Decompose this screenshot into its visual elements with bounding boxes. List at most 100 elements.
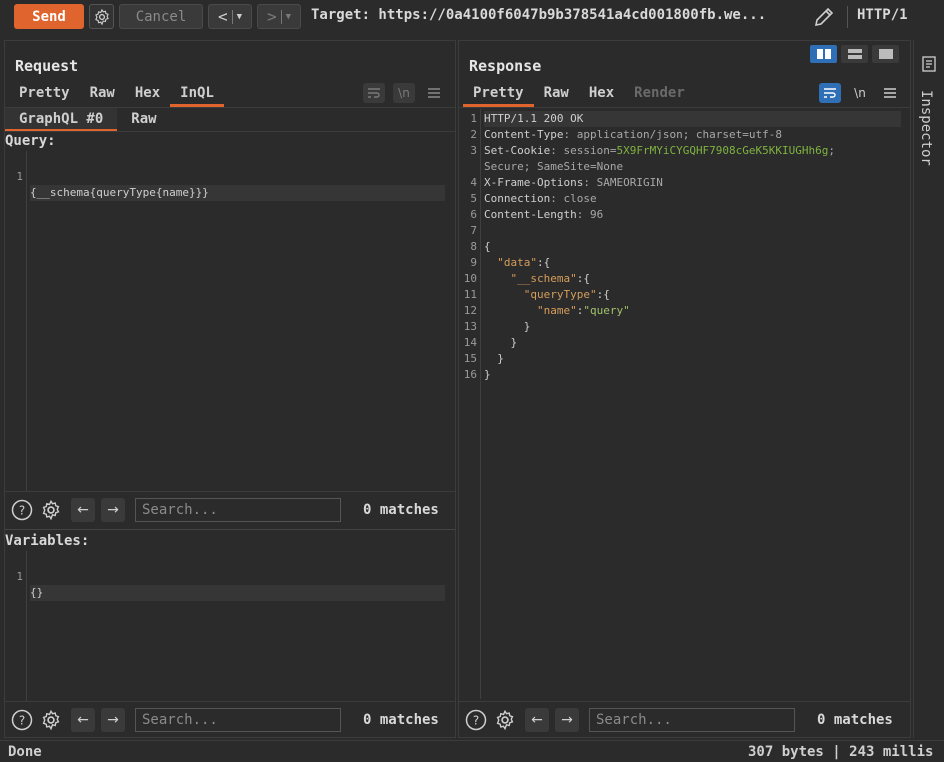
- code-token: : session=: [550, 144, 617, 157]
- search-input[interactable]: Search...: [135, 497, 341, 522]
- separator: [231, 9, 233, 24]
- line-text: X-Frame-Options: SAMEORIGIN: [484, 175, 663, 191]
- code-token: Content-Type: [484, 128, 564, 141]
- response-line: 9 "data":{: [459, 255, 910, 271]
- search-input[interactable]: Search...: [135, 707, 341, 732]
- tab-inql[interactable]: InQL: [170, 83, 224, 107]
- line-number: 12: [463, 304, 477, 317]
- tab-hex[interactable]: Hex: [579, 83, 624, 107]
- gear-icon[interactable]: [39, 708, 63, 732]
- tab-raw[interactable]: Raw: [80, 83, 125, 107]
- newline-toggle-icon[interactable]: \n: [393, 83, 415, 103]
- response-pane: Response Pretty Raw Hex Render \n 1 HTTP/…: [458, 40, 911, 738]
- code-token: }: [484, 368, 491, 381]
- divider: [5, 131, 455, 132]
- tab-hex[interactable]: Hex: [125, 83, 170, 107]
- code-token: Content-Length: [484, 208, 577, 221]
- line-text: }: [484, 351, 504, 367]
- status-bar: Done 307 bytes | 243 millis: [0, 740, 944, 762]
- wrap-lines-icon[interactable]: [819, 83, 841, 103]
- help-icon[interactable]: ?: [10, 498, 34, 522]
- arrow-left-icon[interactable]: ←: [71, 707, 95, 732]
- code-token: Connection: [484, 192, 551, 205]
- inspector-icon: [922, 56, 936, 72]
- tab-pretty[interactable]: Pretty: [463, 83, 534, 107]
- request-pane: Request Pretty Raw Hex InQL \n GraphQL #…: [4, 40, 456, 738]
- edit-target-button[interactable]: [812, 5, 838, 29]
- forward-button[interactable]: > ▼: [257, 4, 301, 29]
- response-line: 13 }: [459, 319, 910, 335]
- code-token: :{: [537, 256, 551, 269]
- svg-text:?: ?: [473, 713, 479, 727]
- gear-icon[interactable]: [493, 708, 517, 732]
- help-icon[interactable]: ?: [464, 708, 488, 732]
- line-number: 3: [470, 144, 477, 157]
- side-by-side-layout-icon[interactable]: [810, 45, 837, 63]
- arrow-right-icon[interactable]: →: [555, 707, 579, 732]
- response-stats: 307 bytes | 243 millis: [748, 744, 934, 760]
- splitter[interactable]: [5, 529, 455, 530]
- response-line: 3 Set-Cookie: session=5X9FrMYiCYGQHF7908c…: [459, 143, 910, 159]
- subtab-raw[interactable]: Raw: [117, 108, 170, 131]
- request-title: Request: [15, 57, 79, 75]
- code-token: "queryType": [523, 288, 597, 301]
- inspector-rail[interactable]: Inspector: [913, 40, 944, 738]
- response-line: 7: [459, 223, 910, 239]
- tab-pretty[interactable]: Pretty: [9, 83, 80, 107]
- line-number: 15: [463, 352, 477, 365]
- response-title: Response: [469, 57, 542, 75]
- code-token: X-Frame-Options: [484, 176, 584, 189]
- tab-raw[interactable]: Raw: [534, 83, 579, 107]
- menu-icon[interactable]: [423, 83, 445, 103]
- tab-render[interactable]: Render: [624, 83, 695, 107]
- menu-icon[interactable]: [879, 83, 901, 103]
- search-input[interactable]: Search...: [589, 707, 795, 732]
- http-version-button[interactable]: HTTP/1: [857, 7, 908, 23]
- line-number: 1: [16, 170, 23, 183]
- variables-editor[interactable]: 1 {}: [5, 551, 455, 701]
- line-text: Secure; SameSite=None: [484, 159, 623, 175]
- wrap-lines-icon[interactable]: [363, 83, 385, 103]
- response-line: 6 Content-Length: 96: [459, 207, 910, 223]
- single-pane-layout-icon[interactable]: [872, 45, 899, 63]
- settings-button[interactable]: [89, 4, 114, 29]
- help-icon[interactable]: ?: [10, 708, 34, 732]
- send-button[interactable]: Send: [14, 4, 84, 29]
- arrow-right-icon[interactable]: →: [101, 707, 125, 732]
- request-tabs: Pretty Raw Hex InQL: [9, 83, 224, 107]
- arrow-left-icon[interactable]: ←: [525, 707, 549, 732]
- response-viewer[interactable]: 1 HTTP/1.1 200 OK 2 Content-Type: applicati…: [459, 109, 910, 699]
- match-count: 0 matches: [363, 501, 439, 518]
- next-label: >: [266, 7, 277, 26]
- svg-text:?: ?: [19, 503, 25, 517]
- subtab-graphql-0[interactable]: GraphQL #0: [5, 108, 118, 131]
- response-line: 16}: [459, 367, 910, 383]
- stacked-layout-icon[interactable]: [841, 45, 868, 63]
- newline-toggle-icon[interactable]: \n: [849, 83, 871, 103]
- divider: [847, 6, 848, 28]
- chevron-down-icon[interactable]: ▼: [237, 12, 242, 22]
- divider: [459, 107, 910, 108]
- code-token: {: [484, 240, 491, 253]
- code-token: : SAMEORIGIN: [583, 176, 663, 189]
- arrow-right-icon[interactable]: →: [101, 497, 125, 522]
- arrow-left-icon[interactable]: ←: [71, 497, 95, 522]
- line-text: }: [484, 335, 517, 351]
- chevron-down-icon[interactable]: ▼: [286, 12, 291, 22]
- code-token: : 96: [576, 208, 604, 221]
- target-url: Target: https://0a4100f6047b9b378541a4cd…: [311, 7, 767, 23]
- top-toolbar: Send Cancel < ▼ > ▼ Target: https://0a4100…: [0, 0, 944, 36]
- line-number: 7: [470, 224, 477, 237]
- pencil-icon: [814, 7, 834, 27]
- response-search-bar: ? ← → Search... 0 matches: [459, 701, 910, 737]
- line-number: 2: [470, 128, 477, 141]
- gear-icon[interactable]: [39, 498, 63, 522]
- code-token: HTTP/1.1: [484, 112, 544, 125]
- line-text: HTTP/1.1 200 OK: [484, 111, 901, 127]
- variables-label: Variables:: [5, 533, 90, 549]
- back-button[interactable]: < ▼: [208, 4, 252, 29]
- cancel-button[interactable]: Cancel: [119, 4, 203, 29]
- query-editor[interactable]: 1 {__schema{queryType{name}}}: [5, 151, 455, 491]
